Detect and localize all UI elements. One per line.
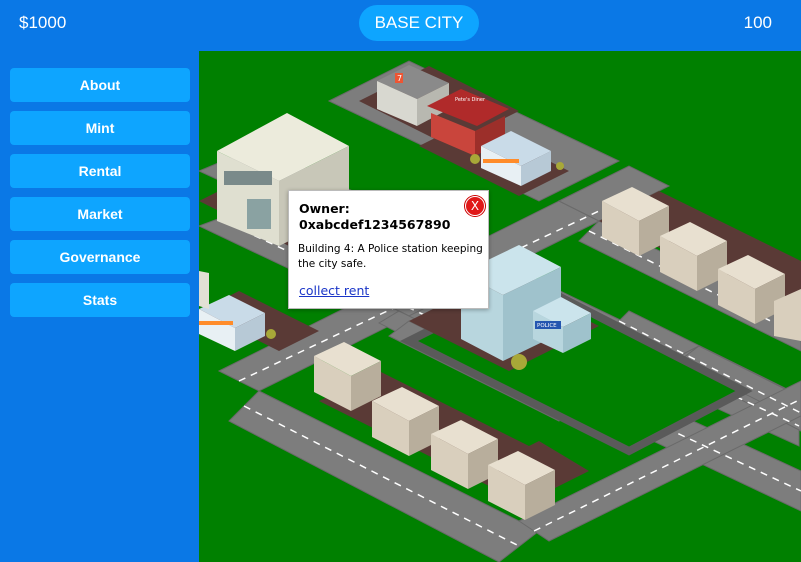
diner-sign: Pete's Diner [455,97,486,103]
police-sign: POLICE [537,323,557,329]
close-button[interactable]: X [465,196,485,216]
tree [511,354,527,370]
building-description: Building 4: A Police station keeping the… [298,243,483,270]
tree [470,154,480,164]
rental-button[interactable]: Rental [10,154,190,188]
owner-label: Owner: [299,201,350,216]
left-edge-building[interactable] [199,271,209,309]
shop-sign: 7 [397,74,402,83]
market-button[interactable]: Market [10,197,190,231]
tree [556,162,564,170]
sidebar: About Mint Rental Market Governance Stat… [0,46,199,562]
owner-address: 0xabcdef1234567890 [299,217,451,232]
stats-button[interactable]: Stats [10,283,190,317]
city-title-button[interactable]: BASE CITY [359,5,479,41]
mint-button[interactable]: Mint [10,111,190,145]
governance-button[interactable]: Governance [10,240,190,274]
balance-display: $1000 [19,13,67,32]
building-info-popup: Owner: 0xabcdef1234567890 Building 4: A … [288,190,489,309]
top-bar: $1000 BASE CITY 100 [0,0,801,46]
score-display: 100 [743,13,772,32]
tree [266,329,276,339]
about-button[interactable]: About [10,68,190,102]
collect-rent-link[interactable]: collect rent [299,283,369,298]
